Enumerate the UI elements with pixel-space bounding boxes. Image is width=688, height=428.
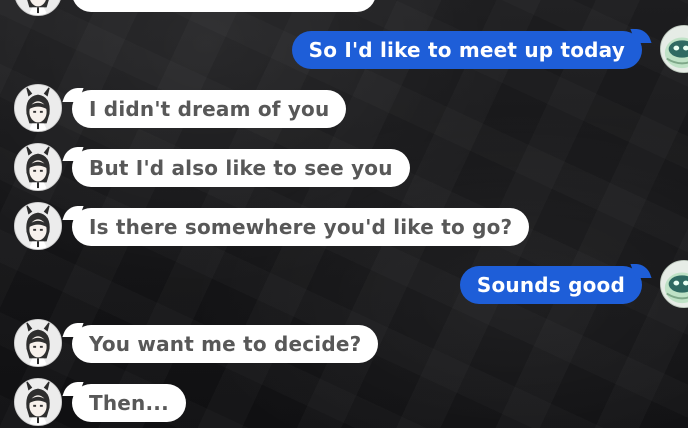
- message-bubble: Is there somewhere you'd like to go?: [72, 208, 530, 246]
- message-text: Sounds good: [476, 273, 625, 297]
- message-bubble: So I'd like to meet up today: [291, 31, 642, 69]
- character-avatar-icon[interactable]: [14, 378, 62, 426]
- message-row-outgoing: So I'd like to meet up today: [0, 25, 688, 75]
- character-avatar-icon[interactable]: [14, 143, 62, 191]
- message-bubble: But I'd also like to see you: [72, 149, 410, 187]
- player-avatar-icon[interactable]: [660, 25, 688, 73]
- message-bubble: Then...: [72, 384, 186, 422]
- message-text: But I'd also like to see you: [89, 156, 393, 180]
- message-row-incoming: Is there somewhere you'd like to go?: [0, 202, 688, 252]
- character-avatar-icon[interactable]: [14, 319, 62, 367]
- chat-log[interactable]: So I'd like to meet up today I didn't dr…: [0, 0, 688, 428]
- message-text: Then...: [89, 391, 169, 415]
- player-avatar-icon[interactable]: [660, 260, 688, 308]
- character-avatar-icon[interactable]: [14, 84, 62, 132]
- message-row-incoming: But I'd also like to see you: [0, 143, 688, 193]
- message-row-incoming: [0, 0, 688, 18]
- message-row-incoming: Then...: [0, 378, 688, 428]
- message-text: Is there somewhere you'd like to go?: [89, 215, 513, 239]
- message-row-outgoing: Sounds good: [0, 260, 688, 310]
- message-text: I didn't dream of you: [89, 97, 330, 121]
- character-avatar-icon[interactable]: [14, 0, 62, 16]
- message-row-incoming: I didn't dream of you: [0, 84, 688, 134]
- message-text: So I'd like to meet up today: [308, 38, 625, 62]
- message-bubble: Sounds good: [459, 266, 642, 304]
- message-text: You want me to decide?: [89, 332, 362, 356]
- message-row-incoming: You want me to decide?: [0, 319, 688, 369]
- message-bubble: I didn't dream of you: [72, 90, 347, 128]
- message-bubble: [72, 0, 376, 12]
- character-avatar-icon[interactable]: [14, 202, 62, 250]
- message-bubble: You want me to decide?: [72, 325, 379, 363]
